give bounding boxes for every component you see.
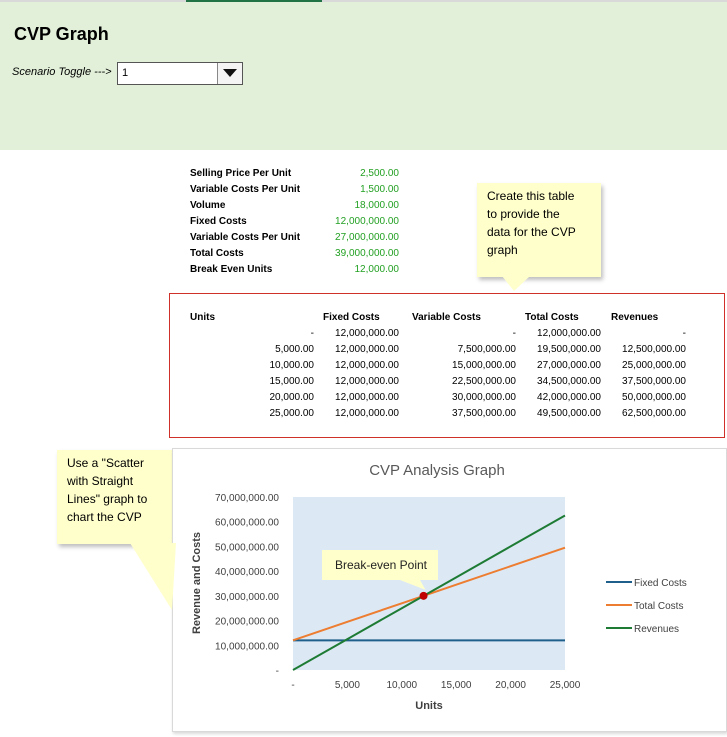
legend-label: Fixed Costs	[634, 578, 687, 589]
y-axis-label: Revenue and Costs	[191, 532, 203, 634]
y-tick-label: 50,000,000.00	[215, 542, 279, 553]
y-tick-label: 20,000,000.00	[215, 617, 279, 628]
y-tick-label: 70,000,000.00	[215, 493, 279, 504]
x-tick-label: 5,000	[335, 680, 360, 691]
chart-title: CVP Analysis Graph	[369, 462, 505, 479]
y-tick-label: 10,000,000.00	[215, 641, 279, 652]
y-tick-label: -	[276, 666, 279, 677]
cvp-chart: CVP Analysis Graph Revenue and Costs Uni…	[130, 462, 687, 712]
y-tick-label: 60,000,000.00	[215, 518, 279, 529]
x-tick-label: 15,000	[441, 680, 472, 691]
legend: Fixed Costs Total Costs Revenues	[606, 578, 687, 635]
x-tick-label: 20,000	[495, 680, 526, 691]
x-tick-label: 25,000	[550, 680, 581, 691]
x-tick-label: 10,000	[387, 680, 418, 691]
y-tick-label: 30,000,000.00	[215, 592, 279, 603]
plot-area	[293, 497, 565, 670]
x-axis-label: Units	[415, 700, 443, 712]
chart-note-callout-pointer	[130, 543, 176, 610]
breakeven-label: Break-even Point	[335, 558, 428, 572]
y-tick-label: 40,000,000.00	[215, 567, 279, 578]
breakeven-point	[419, 591, 428, 600]
legend-label: Total Costs	[634, 601, 683, 612]
legend-label: Revenues	[634, 624, 679, 635]
x-tick-label: -	[291, 680, 294, 691]
